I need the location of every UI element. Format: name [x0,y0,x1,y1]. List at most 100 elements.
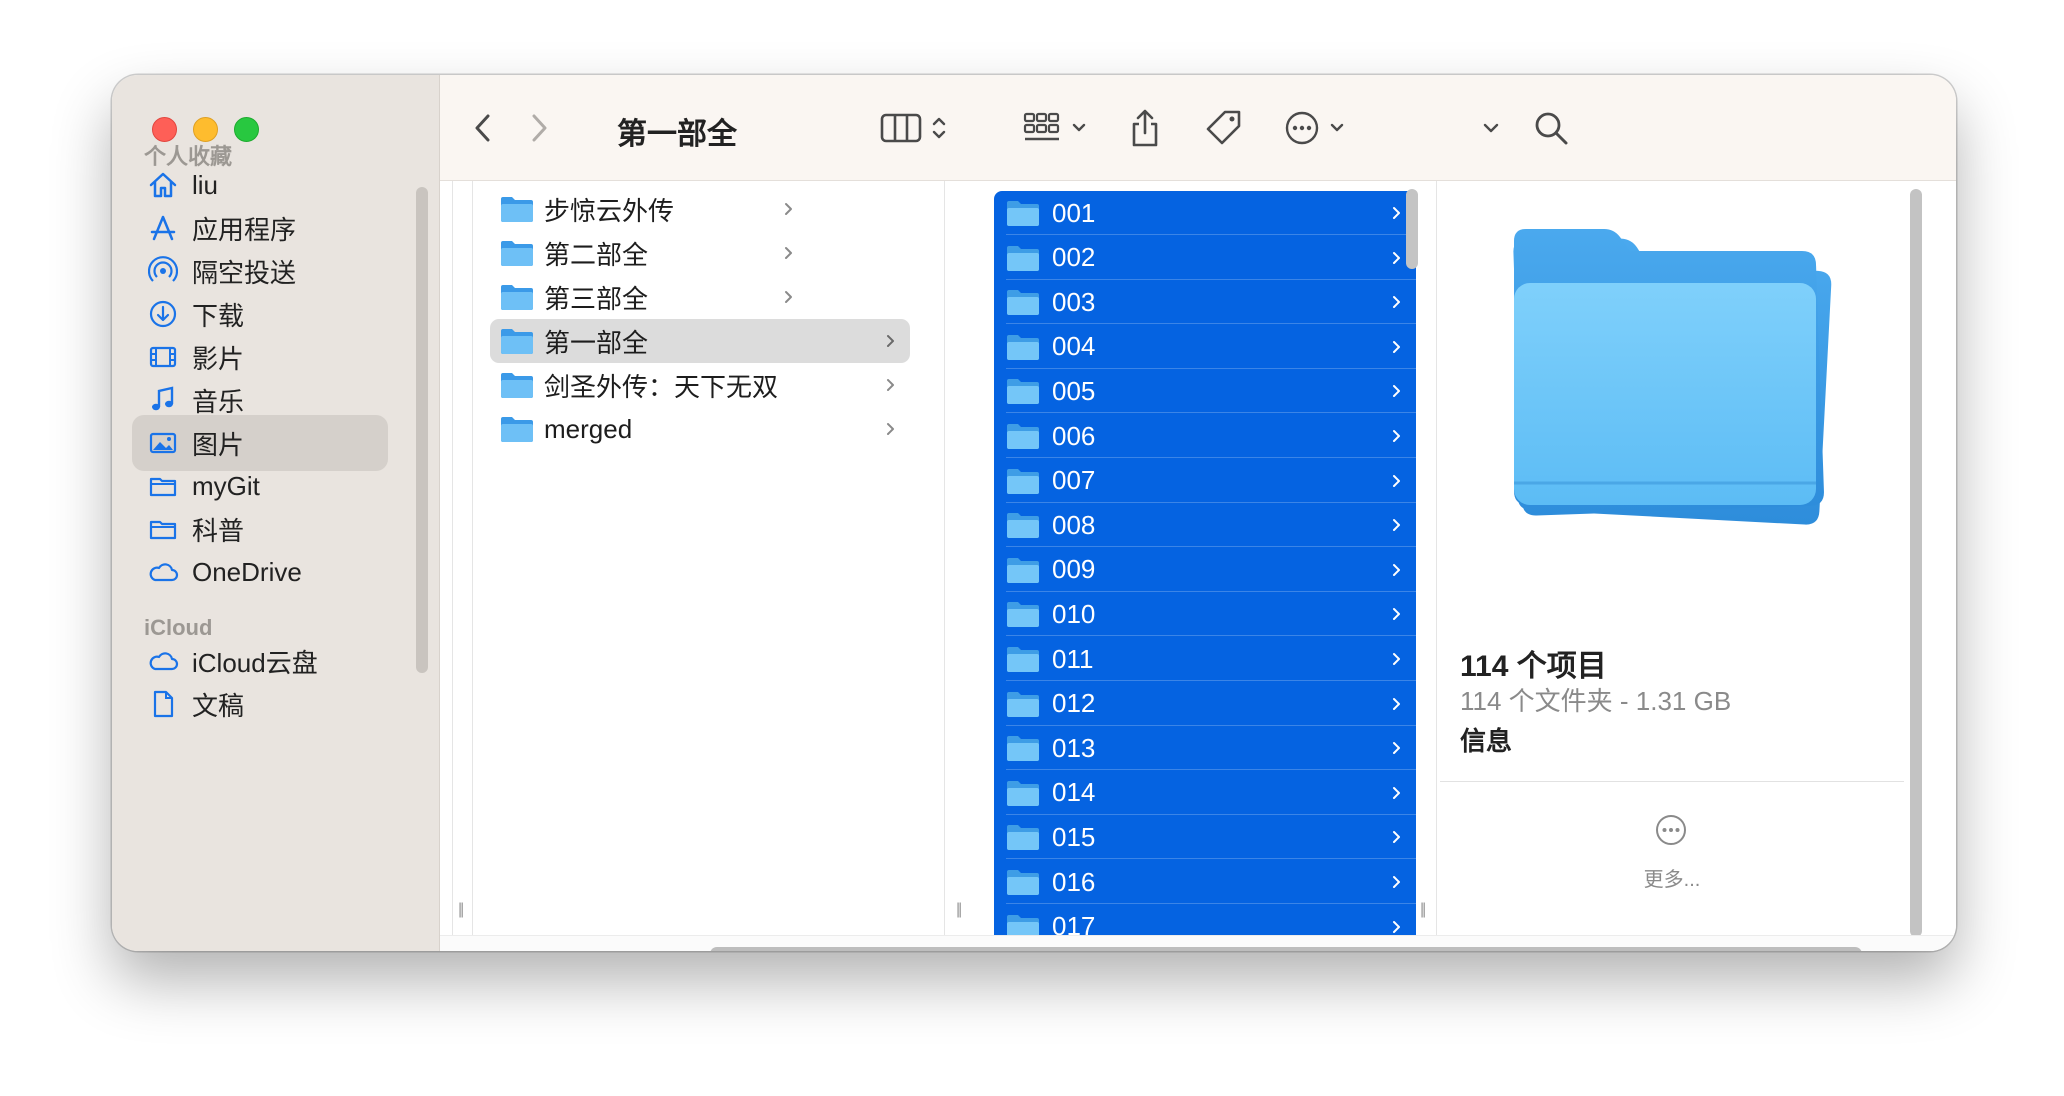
search-button[interactable] [1532,103,1570,153]
house-icon [146,168,180,202]
chevron-right-icon [1393,786,1400,799]
chevron-right-icon [1393,296,1400,309]
preview-subtitle: 114 个文件夹 - 1.31 GB [1460,686,1732,716]
icloud-icon [146,644,180,678]
list-item[interactable]: 005 [994,369,1416,414]
list-item[interactable]: 013 [994,726,1416,771]
chevron-right-icon [1393,653,1400,665]
preview-pane: 114 个项目 114 个文件夹 - 1.31 GB 信息 更多... [1440,181,1904,921]
folder-icon [1007,780,1039,806]
folder-icon [1007,513,1039,539]
folder-icon [1007,691,1039,717]
list-item[interactable]: 001 [994,191,1416,235]
list-item[interactable]: 011 [994,637,1416,681]
list-item[interactable]: 第三部全 [490,275,808,319]
list-item[interactable]: 剑圣外传：天下无双 [490,363,910,407]
preview-more-link[interactable]: 更多... [1440,863,1904,892]
folder-icon [501,329,533,354]
list-item[interactable]: 012 [994,682,1416,726]
sidebar-item-label: 影片 [192,343,245,374]
sidebar-item-label: 音乐 [192,386,245,417]
chevron-right-icon [1393,876,1400,888]
sidebar-item-documents[interactable]: 文稿 [132,676,388,732]
folder-icon [1007,379,1039,405]
back-button[interactable] [468,103,498,153]
chevron-right-icon [1393,697,1400,710]
list-item[interactable]: 007 [994,459,1416,503]
chevron-right-icon [1393,474,1400,487]
list-item[interactable]: 004 [994,325,1416,369]
list-item[interactable]: 016 [994,860,1416,904]
folder-icon [1007,557,1039,583]
photo-icon [146,426,180,460]
tag-button[interactable] [1204,103,1244,153]
sidebar-item-label: 隔空投送 [192,257,297,288]
column-resize-handle[interactable]: || [458,901,464,919]
chevron-right-icon [785,247,792,259]
list-item[interactable]: merged [490,407,910,451]
folder-icon [1007,290,1039,316]
column-view-icon [880,113,922,143]
list-item[interactable]: 008 [994,503,1416,548]
action-button[interactable] [1284,103,1348,153]
chevron-right-icon [1393,430,1400,442]
horizontal-scrollbar[interactable] [710,947,1862,951]
group-button[interactable] [1022,103,1090,153]
folder-icon [1007,647,1039,672]
toolbar-overflow-button[interactable] [1478,103,1504,153]
list-item[interactable]: 010 [994,592,1416,637]
list-item[interactable]: 003 [994,280,1416,325]
chevron-down-icon [1330,123,1344,132]
sidebar-item-label: iCloud云盘 [192,647,318,678]
chevron-right-icon [887,335,894,347]
folder-icon [1007,201,1039,226]
sidebar: 个人收藏 iCloud liu 应用程序 隔空投送 下载 影片 音乐 图片 my… [112,75,440,951]
list-item[interactable]: 015 [994,815,1416,860]
zoom-button[interactable] [234,117,259,142]
folder-icon [146,512,180,546]
forward-button[interactable] [524,103,554,153]
folder-stack-icon [1513,229,1832,525]
chevron-right-icon [1393,519,1400,532]
chevron-right-icon [1393,831,1400,844]
sidebar-item-label: liu [192,169,219,200]
list-item[interactable]: 014 [994,771,1416,815]
more-icon[interactable] [1654,813,1688,847]
chevron-right-icon [1393,340,1400,353]
folder-icon [501,241,533,266]
download-icon [146,297,180,331]
window-title: 第一部全 [617,118,737,151]
list-item[interactable]: 步惊云外传 [490,187,808,231]
tag-icon [1206,110,1241,145]
preview-scrollbar[interactable] [1910,189,1922,937]
list-item-selected[interactable]: 第一部全 [490,319,910,363]
list-item[interactable]: 第二部全 [490,231,808,275]
list-item[interactable]: 006 [994,414,1416,458]
chevron-right-icon [1393,608,1400,621]
sidebar-scrollbar[interactable] [416,187,428,673]
finder-window: 个人收藏 iCloud liu 应用程序 隔空投送 下载 影片 音乐 图片 my… [112,75,1956,951]
cloud-icon [146,555,180,589]
column-resize-handle[interactable]: || [1420,901,1426,919]
folder-icon [1007,468,1039,494]
list-item[interactable]: 009 [994,548,1416,592]
sidebar-item-label: 科普 [192,515,245,546]
sidebar-item-label: 应用程序 [192,214,297,245]
folder-icon [1007,334,1039,360]
share-icon [1132,109,1158,147]
column-scrollbar[interactable] [1406,189,1418,269]
chevron-right-icon [887,379,894,391]
folder-icon [1007,602,1039,628]
folder-icon [1007,245,1039,271]
airdrop-icon [146,254,180,288]
sidebar-item-label: myGit [192,470,260,501]
sidebar-item-onedrive[interactable]: OneDrive [132,544,388,600]
column-resize-handle[interactable]: || [956,901,962,919]
folder-icon [501,373,533,398]
view-mode-button[interactable] [880,103,952,153]
back-icon [475,114,490,142]
folder-icon [1007,424,1039,449]
share-button[interactable] [1128,103,1162,153]
chevron-right-icon [785,203,792,215]
list-item[interactable]: 002 [994,236,1416,280]
